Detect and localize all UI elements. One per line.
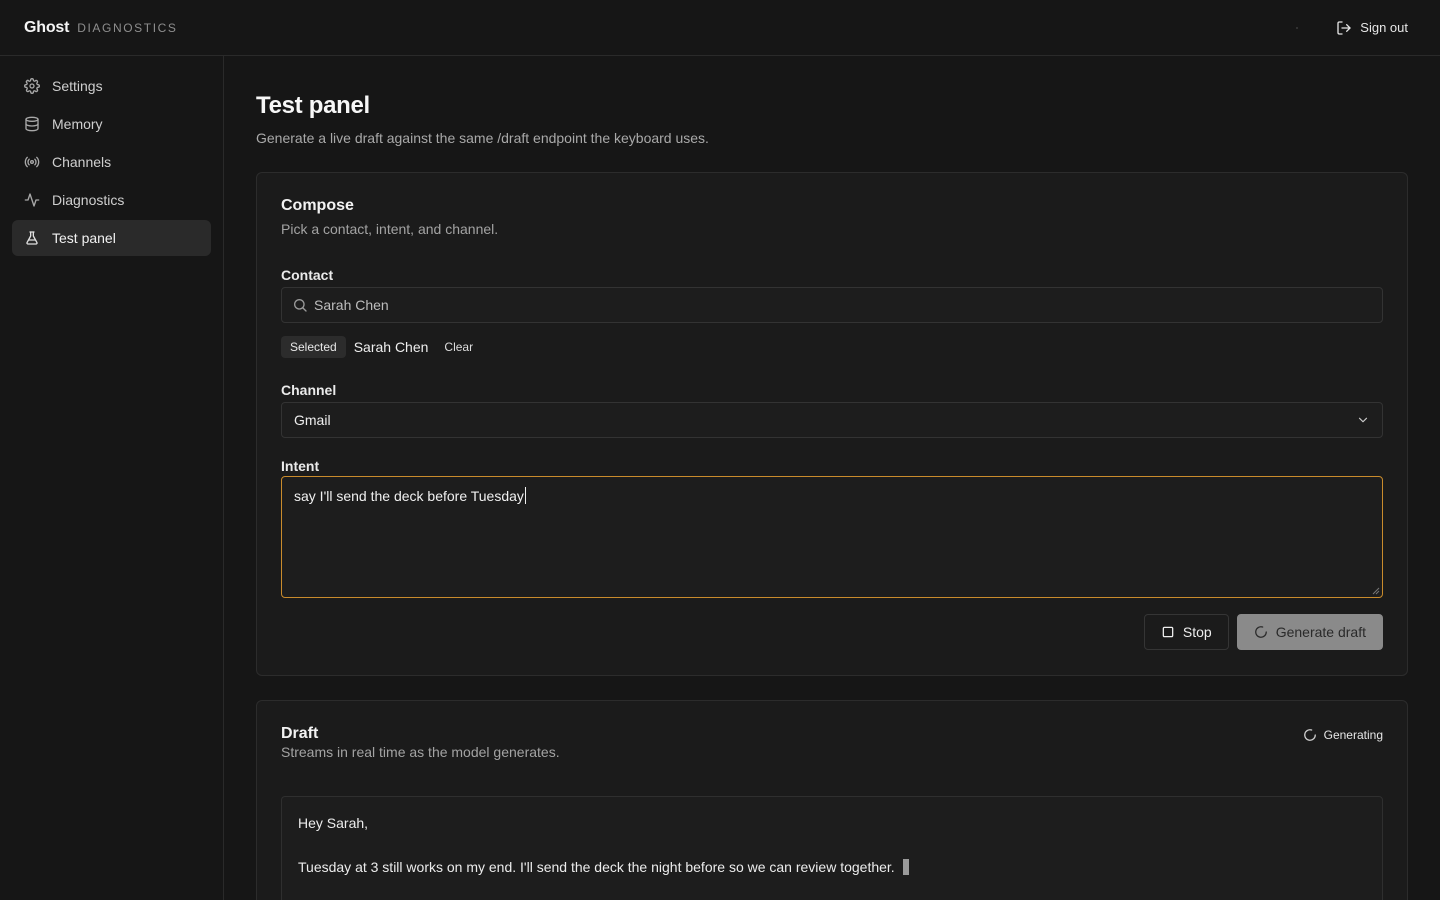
page-title: Test panel: [256, 92, 370, 119]
selected-contact-name: Sarah Chen: [353, 339, 429, 355]
contact-label: Contact: [281, 267, 334, 283]
generating-status: Generating: [1303, 728, 1383, 742]
channel-select-value: Gmail: [294, 412, 331, 428]
sign-out-button[interactable]: Sign out: [1328, 14, 1416, 42]
intent-group: Intent say I'll send the deck before Tue…: [281, 458, 1383, 598]
draft-card: Draft Streams in real time as the model …: [256, 700, 1408, 900]
sidebar-item-label: Settings: [52, 78, 103, 94]
clear-contact-button[interactable]: Clear: [436, 336, 481, 358]
draft-output: Hey Sarah, Tuesday at 3 still works on m…: [281, 796, 1383, 900]
search-icon: [294, 299, 307, 312]
stop-button[interactable]: Stop: [1143, 614, 1229, 650]
page-subtitle: Generate a live draft against the same /…: [256, 130, 709, 146]
broadcast-icon: [24, 156, 40, 168]
sidebar-item-channels[interactable]: Channels: [12, 144, 211, 180]
draft-body-text: Tuesday at 3 still works on my end. I'll…: [298, 859, 895, 875]
selected-badge: Selected: [281, 336, 346, 358]
log-out-icon: [1337, 20, 1351, 35]
intent-textarea[interactable]: say I'll send the deck before Tuesday: [281, 476, 1383, 598]
compose-subtitle: Pick a contact, intent, and channel.: [281, 221, 499, 237]
draft-subtitle: Streams in real time as the model genera…: [281, 744, 560, 760]
status-label: Generating: [1323, 728, 1383, 742]
sidebar-item-label: Channels: [52, 154, 112, 170]
draft-header: Draft Streams in real time as the model …: [281, 725, 1383, 760]
top-bar-actions: Sign out: [1296, 14, 1416, 42]
draft-heading-group: Draft Streams in real time as the model …: [281, 725, 560, 760]
sidebar-item-label: Memory: [52, 116, 103, 132]
stop-label: Stop: [1182, 624, 1212, 640]
channel-select[interactable]: Gmail: [281, 402, 1383, 438]
sidebar-item-diagnostics[interactable]: Diagnostics: [12, 182, 211, 218]
sign-out-label: Sign out: [1360, 20, 1408, 35]
channel-group: Channel Gmail: [281, 382, 1383, 438]
compose-actions: Stop Generate draft: [281, 614, 1383, 650]
sidebar-item-memory[interactable]: Memory: [12, 106, 211, 142]
contact-group: Contact Sarah Chen Selected Sarah Chen C…: [281, 267, 1383, 358]
main-content: Test panel Generate a live draft against…: [256, 56, 1408, 900]
database-icon: [25, 116, 39, 132]
sidebar-item-test-panel[interactable]: Test panel: [12, 220, 211, 256]
loader-icon: [1254, 626, 1267, 638]
intent-text: say I'll send the deck before Tuesday: [294, 488, 524, 504]
generate-draft-label: Generate draft: [1275, 624, 1366, 640]
flask-icon: [26, 231, 38, 245]
intent-label: Intent: [281, 458, 320, 474]
brand-subtitle: DIAGNOSTICS: [77, 21, 178, 35]
stream-cursor: [902, 859, 909, 875]
sidebar-item-label: Test panel: [52, 230, 116, 246]
loader-icon: [1303, 729, 1316, 741]
stop-icon: [1162, 626, 1174, 638]
activity-icon: [24, 193, 40, 207]
chevron-down-icon: [1358, 417, 1368, 423]
generate-draft-button[interactable]: Generate draft: [1236, 614, 1383, 650]
top-bar: Ghost DIAGNOSTICS Sign out: [0, 0, 1440, 56]
draft-title: Draft: [281, 725, 319, 742]
contact-input-value: Sarah Chen: [314, 297, 389, 313]
sidebar-item-label: Diagnostics: [52, 192, 125, 208]
compose-card: Compose Pick a contact, intent, and chan…: [256, 172, 1408, 676]
text-caret: [524, 487, 526, 504]
sidebar-item-settings[interactable]: Settings: [12, 68, 211, 104]
compose-title: Compose: [281, 197, 354, 214]
resize-handle-icon[interactable]: [1372, 587, 1380, 595]
gear-icon: [24, 78, 40, 94]
draft-greeting: Hey Sarah,: [298, 815, 369, 831]
channel-label: Channel: [281, 382, 337, 398]
divider-dot: [1296, 26, 1299, 29]
contact-search-input[interactable]: Sarah Chen: [281, 287, 1383, 323]
sidebar: Settings Memory Channels Diagnostics Tes…: [0, 56, 224, 900]
brand-name: Ghost: [24, 18, 70, 36]
draft-body-line: Tuesday at 3 still works on my end. I'll…: [298, 859, 1366, 875]
selected-contact-row: Selected Sarah Chen Clear: [281, 336, 1383, 358]
